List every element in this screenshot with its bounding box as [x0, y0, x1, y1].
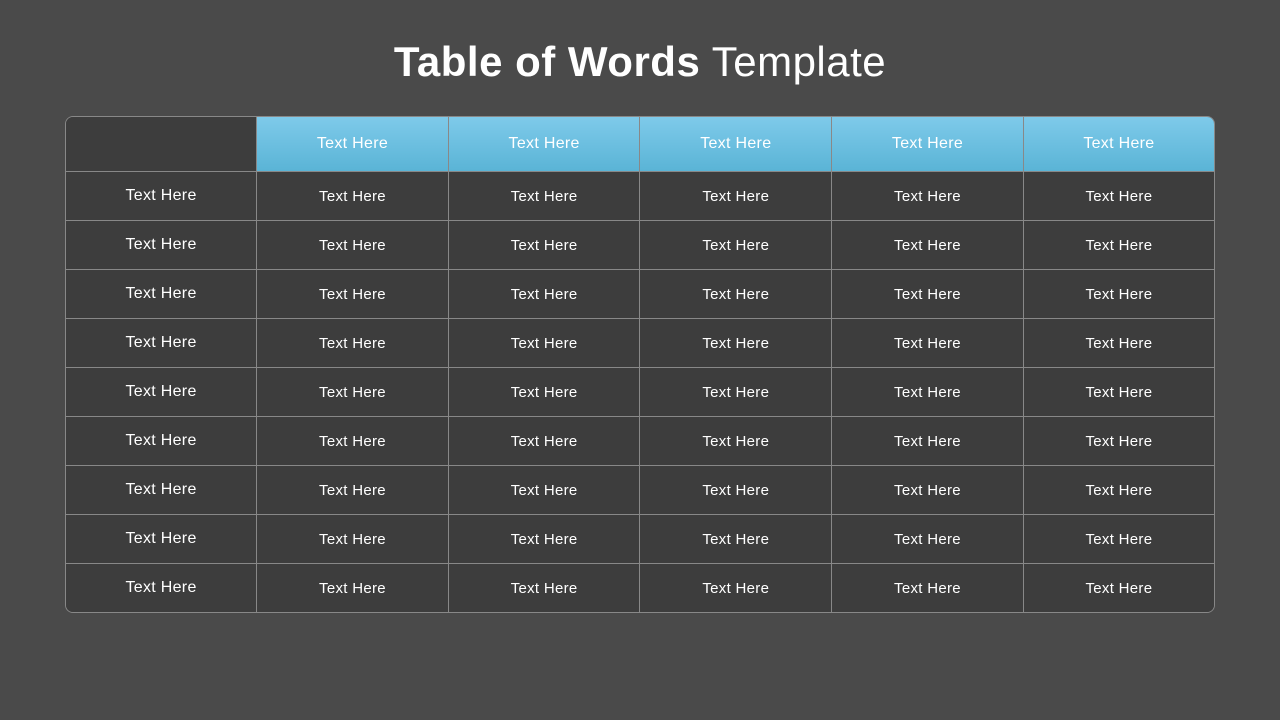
table-row: Text HereText HereText HereText HereText… — [66, 368, 1214, 417]
cell-r5-c2: Text Here — [448, 417, 640, 466]
cell-r4-c1: Text Here — [257, 368, 449, 417]
cell-r8-c0: Text Here — [66, 564, 257, 613]
cell-r0-c5: Text Here — [1023, 172, 1214, 221]
table-row: Text HereText HereText HereText HereText… — [66, 270, 1214, 319]
header-col-0 — [66, 117, 257, 172]
table-row: Text HereText HereText HereText HereText… — [66, 564, 1214, 613]
cell-r3-c3: Text Here — [640, 319, 832, 368]
cell-r2-c5: Text Here — [1023, 270, 1214, 319]
cell-r3-c5: Text Here — [1023, 319, 1214, 368]
cell-r1-c2: Text Here — [448, 221, 640, 270]
page-title: Table of Words Template — [394, 38, 886, 86]
cell-r7-c0: Text Here — [66, 515, 257, 564]
cell-r5-c4: Text Here — [832, 417, 1024, 466]
cell-r4-c2: Text Here — [448, 368, 640, 417]
cell-r7-c5: Text Here — [1023, 515, 1214, 564]
cell-r5-c5: Text Here — [1023, 417, 1214, 466]
table-row: Text HereText HereText HereText HereText… — [66, 172, 1214, 221]
title-regular: Template — [700, 38, 886, 85]
table-container: Text Here Text Here Text Here Text Here … — [65, 116, 1215, 613]
cell-r0-c2: Text Here — [448, 172, 640, 221]
cell-r7-c2: Text Here — [448, 515, 640, 564]
cell-r7-c4: Text Here — [832, 515, 1024, 564]
table-row: Text HereText HereText HereText HereText… — [66, 319, 1214, 368]
cell-r2-c3: Text Here — [640, 270, 832, 319]
cell-r3-c4: Text Here — [832, 319, 1024, 368]
cell-r4-c0: Text Here — [66, 368, 257, 417]
cell-r6-c4: Text Here — [832, 466, 1024, 515]
table-header-row: Text Here Text Here Text Here Text Here … — [66, 117, 1214, 172]
cell-r8-c5: Text Here — [1023, 564, 1214, 613]
cell-r4-c4: Text Here — [832, 368, 1024, 417]
cell-r1-c0: Text Here — [66, 221, 257, 270]
cell-r0-c3: Text Here — [640, 172, 832, 221]
table-row: Text HereText HereText HereText HereText… — [66, 515, 1214, 564]
cell-r5-c1: Text Here — [257, 417, 449, 466]
cell-r8-c3: Text Here — [640, 564, 832, 613]
cell-r5-c0: Text Here — [66, 417, 257, 466]
cell-r6-c0: Text Here — [66, 466, 257, 515]
cell-r4-c3: Text Here — [640, 368, 832, 417]
cell-r0-c4: Text Here — [832, 172, 1024, 221]
cell-r3-c1: Text Here — [257, 319, 449, 368]
cell-r8-c2: Text Here — [448, 564, 640, 613]
cell-r7-c1: Text Here — [257, 515, 449, 564]
cell-r1-c3: Text Here — [640, 221, 832, 270]
cell-r3-c0: Text Here — [66, 319, 257, 368]
table-row: Text HereText HereText HereText HereText… — [66, 417, 1214, 466]
cell-r1-c1: Text Here — [257, 221, 449, 270]
cell-r8-c1: Text Here — [257, 564, 449, 613]
cell-r8-c4: Text Here — [832, 564, 1024, 613]
cell-r3-c2: Text Here — [448, 319, 640, 368]
cell-r4-c5: Text Here — [1023, 368, 1214, 417]
table-row: Text HereText HereText HereText HereText… — [66, 221, 1214, 270]
cell-r2-c1: Text Here — [257, 270, 449, 319]
header-col-5: Text Here — [1023, 117, 1214, 172]
cell-r6-c2: Text Here — [448, 466, 640, 515]
cell-r5-c3: Text Here — [640, 417, 832, 466]
cell-r7-c3: Text Here — [640, 515, 832, 564]
cell-r0-c1: Text Here — [257, 172, 449, 221]
words-table: Text Here Text Here Text Here Text Here … — [66, 117, 1214, 612]
cell-r6-c5: Text Here — [1023, 466, 1214, 515]
title-bold: Table of Words — [394, 38, 700, 85]
cell-r2-c0: Text Here — [66, 270, 257, 319]
cell-r6-c1: Text Here — [257, 466, 449, 515]
header-col-4: Text Here — [832, 117, 1024, 172]
header-col-2: Text Here — [448, 117, 640, 172]
table-row: Text HereText HereText HereText HereText… — [66, 466, 1214, 515]
header-col-1: Text Here — [257, 117, 449, 172]
cell-r1-c4: Text Here — [832, 221, 1024, 270]
cell-r0-c0: Text Here — [66, 172, 257, 221]
cell-r2-c2: Text Here — [448, 270, 640, 319]
header-col-3: Text Here — [640, 117, 832, 172]
cell-r6-c3: Text Here — [640, 466, 832, 515]
cell-r2-c4: Text Here — [832, 270, 1024, 319]
cell-r1-c5: Text Here — [1023, 221, 1214, 270]
